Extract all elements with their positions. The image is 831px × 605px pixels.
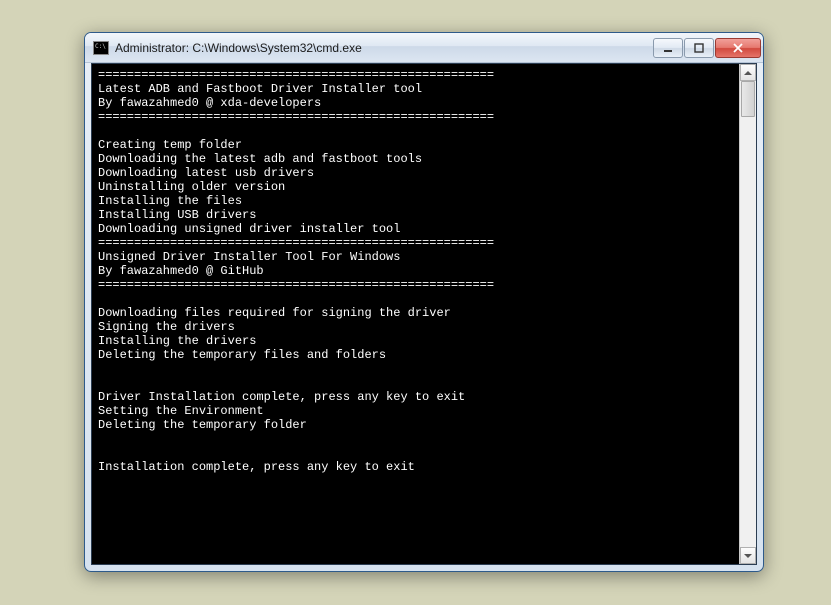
line: Latest ADB and Fastboot Driver Installer… <box>98 82 422 96</box>
maximize-button[interactable] <box>684 38 714 58</box>
line: By fawazahmed0 @ xda-developers <box>98 96 321 110</box>
line: ========================================… <box>98 68 494 82</box>
maximize-icon <box>694 43 704 53</box>
window-buttons <box>653 38 761 58</box>
line: ========================================… <box>98 110 494 124</box>
line: Installing the files <box>98 194 242 208</box>
window-title: Administrator: C:\Windows\System32\cmd.e… <box>115 41 653 55</box>
console-output[interactable]: ========================================… <box>92 64 739 564</box>
minimize-button[interactable] <box>653 38 683 58</box>
titlebar[interactable]: Administrator: C:\Windows\System32\cmd.e… <box>85 33 763 63</box>
minimize-icon <box>663 43 673 53</box>
line: By fawazahmed0 @ GitHub <box>98 264 264 278</box>
line: Installing the drivers <box>98 334 256 348</box>
line: Downloading the latest adb and fastboot … <box>98 152 422 166</box>
line: Installation complete, press any key to … <box>98 460 415 474</box>
line: Uninstalling older version <box>98 180 285 194</box>
cmd-window: Administrator: C:\Windows\System32\cmd.e… <box>84 32 764 572</box>
client-area: ========================================… <box>91 63 757 565</box>
scroll-up-button[interactable] <box>740 64 756 81</box>
line: ========================================… <box>98 236 494 250</box>
line: Driver Installation complete, press any … <box>98 390 465 404</box>
close-button[interactable] <box>715 38 761 58</box>
line: Setting the Environment <box>98 404 264 418</box>
line: Installing USB drivers <box>98 208 256 222</box>
line: Downloading latest usb drivers <box>98 166 314 180</box>
line: Deleting the temporary folder <box>98 418 307 432</box>
line: Downloading files required for signing t… <box>98 306 451 320</box>
scrollbar[interactable] <box>739 64 756 564</box>
scroll-down-button[interactable] <box>740 547 756 564</box>
line: Downloading unsigned driver installer to… <box>98 222 400 236</box>
line: ========================================… <box>98 278 494 292</box>
close-icon <box>732 43 744 53</box>
line: Signing the drivers <box>98 320 235 334</box>
line: Creating temp folder <box>98 138 242 152</box>
line: Unsigned Driver Installer Tool For Windo… <box>98 250 400 264</box>
arrow-up-icon <box>744 71 752 75</box>
scroll-thumb[interactable] <box>741 81 755 117</box>
cmd-icon <box>93 41 109 55</box>
line: Deleting the temporary files and folders <box>98 348 386 362</box>
arrow-down-icon <box>744 554 752 558</box>
scroll-track[interactable] <box>740 81 756 547</box>
